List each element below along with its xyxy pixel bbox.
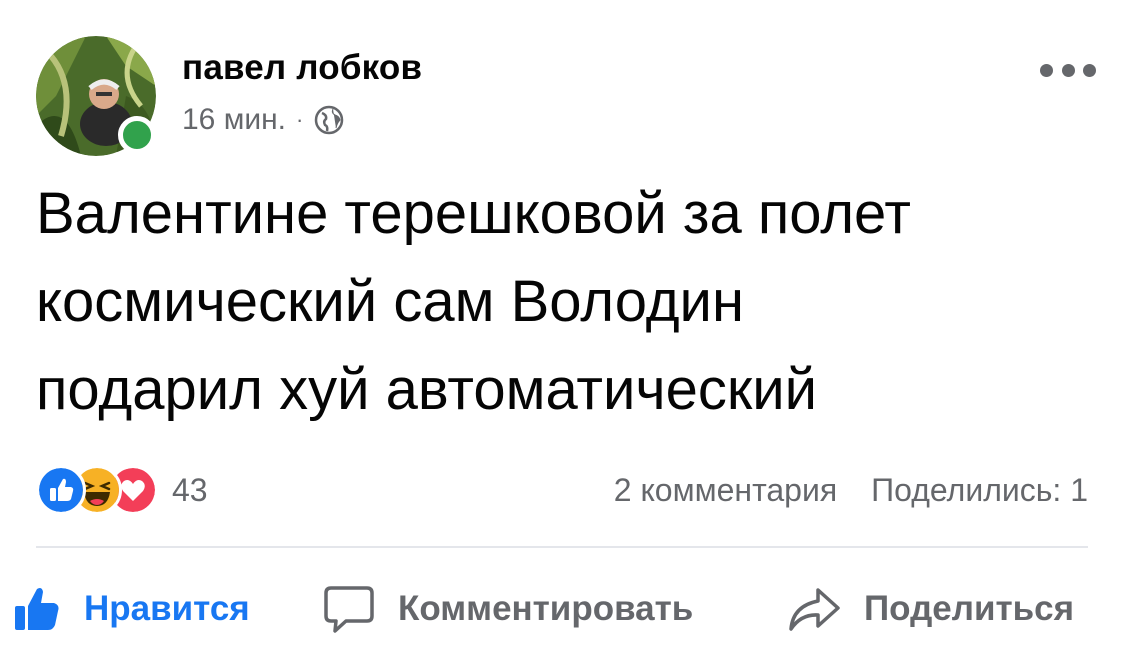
engagement-counts: 2 комментария Поделились: 1 (614, 472, 1088, 509)
more-dot-icon (1061, 63, 1075, 77)
online-status-indicator (118, 116, 156, 154)
globe-icon (315, 105, 344, 135)
author-avatar[interactable] (36, 36, 156, 156)
post-meta: 16 мин. · (182, 102, 345, 138)
shares-count-link[interactable]: Поделились: 1 (871, 472, 1088, 509)
like-button-label: Нравится (84, 589, 250, 628)
more-options-button[interactable] (1040, 58, 1096, 82)
reactions-summary[interactable]: 43 (36, 465, 208, 515)
post-timestamp[interactable]: 16 мин. (182, 103, 286, 137)
post-header: павел лобков 16 мин. · (36, 36, 1096, 156)
post-actions-bar: Нравится Комментировать Поделиться (0, 574, 1125, 644)
post-stats: 43 2 комментария Поделились: 1 (36, 462, 1088, 518)
comment-bubble-icon (324, 586, 374, 633)
more-dot-icon (1040, 63, 1053, 77)
author-name[interactable]: павел лобков (182, 48, 422, 88)
share-button-label: Поделиться (864, 589, 1075, 628)
reaction-count: 43 (172, 471, 208, 508)
comment-button[interactable]: Комментировать (322, 574, 693, 644)
comments-count-link[interactable]: 2 комментария (614, 472, 837, 509)
comment-button-label: Комментировать (398, 589, 694, 628)
more-dot-icon (1083, 63, 1096, 77)
actions-divider (36, 546, 1088, 548)
share-arrow-icon (789, 588, 840, 631)
share-button[interactable]: Поделиться (786, 574, 1074, 644)
like-button[interactable]: Нравится (12, 574, 250, 644)
thumbs-up-icon (15, 588, 59, 630)
meta-separator: · (296, 107, 304, 132)
like-reaction-icon (36, 465, 86, 515)
post-text: Валентине терешковой за полет космически… (36, 181, 911, 422)
